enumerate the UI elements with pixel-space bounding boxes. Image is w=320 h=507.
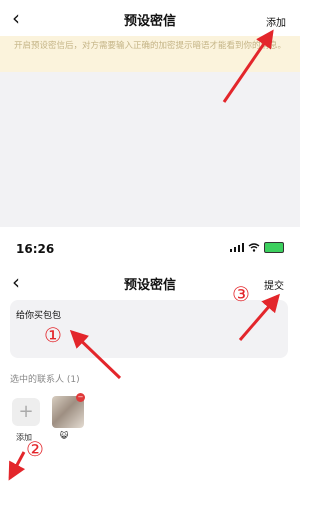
arrow-to-add [222,29,274,103]
step-2-marker: ② [26,437,44,461]
step-3-marker: ③ [232,282,250,306]
annotation-overlay [8,29,280,481]
arrow-to-message [69,329,122,380]
step-1-marker: ① [44,323,62,347]
arrow-to-add-contact [8,451,26,481]
